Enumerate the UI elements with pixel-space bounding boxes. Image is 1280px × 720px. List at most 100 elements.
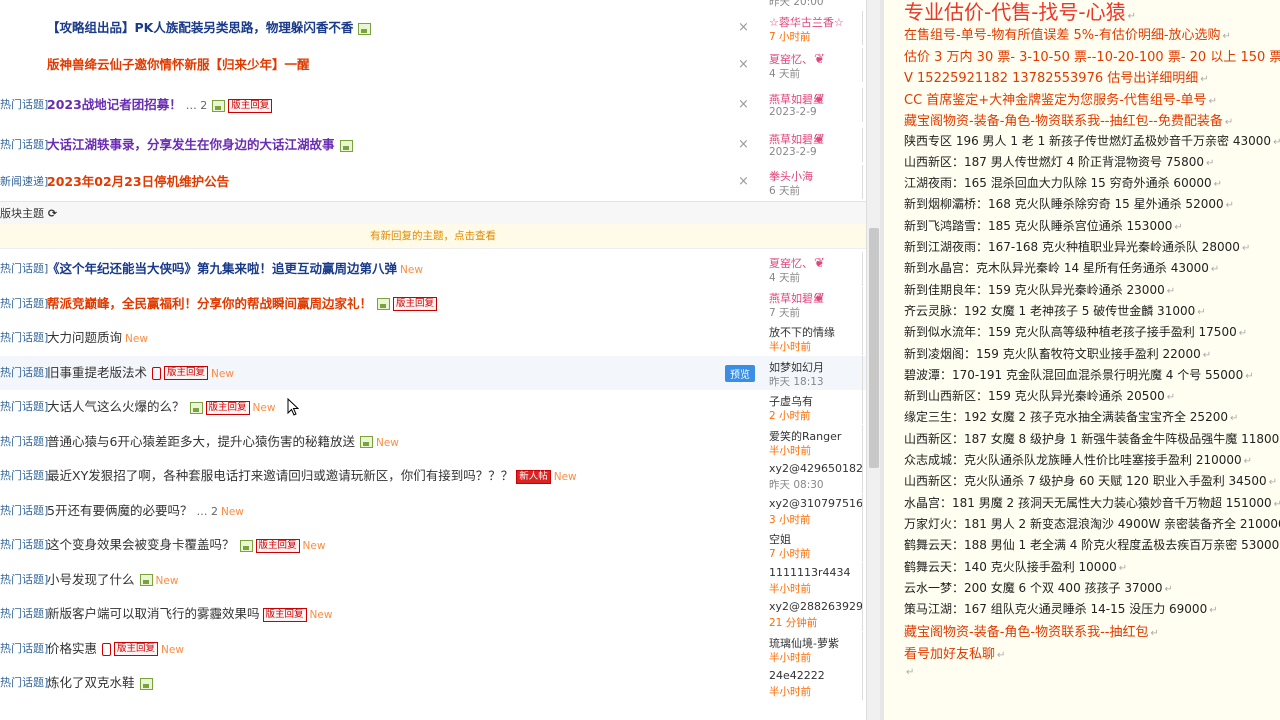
thread-title-text[interactable]: 小号发现了什么 (47, 572, 135, 587)
preview-button[interactable]: 预览 (725, 364, 755, 382)
thread-title-link[interactable]: 大话人气这么火爆的么？ 版主回复 New (47, 390, 275, 425)
thread-row[interactable]: 热门话题] 普通心猿与6开心猿差距多大，提升心猿伤害的秘籍放送 New 爱笑的Rang… (0, 424, 866, 460)
close-icon[interactable]: × (738, 128, 749, 162)
thread-title-text[interactable]: 2023战地记者团招募！ (47, 97, 182, 112)
close-icon[interactable]: × (738, 165, 749, 199)
thread-title-text[interactable]: 2023年02月23日停机维护公告 (47, 174, 229, 189)
scroll-thumb[interactable] (869, 228, 879, 468)
thread-row[interactable]: 热门话题] 大话人气这么火爆的么？ 版主回复 New 子虚乌有 2 小时前 (0, 390, 866, 424)
thread-row[interactable]: 热门话题] 最近XY发狠招了啊，各种套服电话打来邀请回归或邀请玩新区，你们有接到吗… (0, 459, 866, 493)
forum-scrollbar[interactable] (866, 0, 881, 720)
thread-title-link[interactable]: 小号发现了什么 New (47, 563, 178, 598)
thread-title-link[interactable]: 5开还有要俩魔的必要吗？ … 2 New (47, 494, 244, 529)
thread-author[interactable]: xy2@288263929 (769, 600, 863, 613)
pinned-thread-row[interactable]: 热门话题] 大话江湖轶事录，分享发生在你身边的大话江湖故事 × 燕草如碧丝 ❦ 2023-… (0, 128, 866, 162)
thread-row[interactable]: 热门话题] 价格实惠 版主回复 New 琉璃仙境-萝紫 半小时前 (0, 631, 866, 667)
thread-title-text[interactable]: 炼化了双克水鞋 (47, 675, 135, 690)
refresh-icon[interactable]: ⟳ (44, 207, 57, 220)
thread-row[interactable]: 热门话题] 旧事重提老版法术 版主回复 New 预览 如梦如幻月 昨天 18:13 (0, 355, 866, 391)
thread-title-text[interactable]: 新版客户端可以取消飞行的雾霾效果吗 (47, 606, 260, 621)
thread-author[interactable]: 24e42222 (769, 669, 825, 682)
thread-title-text[interactable]: 《这个年纪还能当大侠吗》第九集来啦！追更互动赢周边第八弹 (47, 261, 397, 276)
thread-title-link[interactable]: 大力问题质询 New (47, 321, 148, 356)
thread-title-link[interactable]: 2023年02月23日停机维护公告 (47, 165, 229, 199)
thread-category[interactable]: 新闻速递] (0, 165, 48, 199)
thread-row[interactable]: 热门话题] 《这个年纪还能当大侠吗》第九集来啦！追更互动赢周边第八弹 New 夏窑忆、… (0, 252, 866, 286)
thread-title-text[interactable]: 价格实惠 (47, 641, 97, 656)
thread-title-text[interactable]: 大力问题质询 (47, 330, 122, 345)
close-icon[interactable]: × (738, 88, 749, 122)
thread-category[interactable]: 热门话题] (0, 252, 48, 286)
thread-title-link[interactable]: 价格实惠 版主回复 New (47, 632, 184, 667)
thread-row[interactable]: 热门话题] 新版客户端可以取消飞行的雾霾效果吗 版主回复 New xy2@2882639… (0, 597, 866, 631)
thread-row[interactable]: 热门话题] 大力问题质询 New 放不下的情缘 半小时前 (0, 321, 866, 355)
pinned-thread-row[interactable]: 新闻速递] 2023年02月23日停机维护公告 × 拳头小海 6 天前 (0, 165, 866, 199)
thread-category[interactable]: 热门话题] (0, 459, 48, 493)
thread-title-text[interactable]: 版神兽绛云仙子邀你情怀新服【归来少年】一醒 (47, 57, 310, 72)
thread-category[interactable]: 热门话题] (0, 390, 48, 424)
thread-author[interactable]: xy2@429650182 (769, 462, 863, 475)
document-line: 缘定三生：192 女魔 2 孩子克水抽全满装备宝宝齐全 25200 ↵ (904, 408, 1238, 425)
thread-author[interactable]: 如梦如幻月 (769, 359, 824, 375)
thread-category[interactable]: 热门话题] (0, 528, 48, 562)
thread-category[interactable]: 热门话题] (0, 287, 48, 321)
thread-title-text[interactable]: 帮派竞巅峰，全民赢福利！分享你的帮战瞬间赢周边家礼！ (47, 296, 372, 311)
thread-author[interactable]: 琉璃仙境-萝紫 (769, 635, 839, 651)
thread-category[interactable]: 热门话题] (0, 128, 48, 162)
thread-category[interactable]: 热门话题] (0, 632, 48, 666)
thread-author[interactable]: xy2@310797516 (769, 497, 863, 510)
thread-author[interactable]: 夏窑忆、 (769, 255, 813, 271)
page-links[interactable]: … 2 (186, 99, 208, 112)
thread-title-link[interactable]: 版神兽绛云仙子邀你情怀新服【归来少年】一醒 (47, 48, 310, 82)
thread-category[interactable]: 热门话题] (0, 494, 48, 528)
thread-title-text[interactable]: 大话江湖轶事录，分享发生在你身边的大话江湖故事 (47, 137, 335, 152)
thread-category[interactable]: 热门话题] (0, 597, 48, 631)
thread-category[interactable]: 热门话题] (0, 356, 48, 390)
thread-author[interactable]: 放不下的情缘 (769, 324, 835, 340)
thread-title-link[interactable]: 旧事重提老版法术 版主回复 New (47, 356, 234, 391)
thread-author[interactable]: 空姐 (769, 531, 791, 547)
thread-title-text[interactable]: 旧事重提老版法术 (47, 365, 147, 380)
thread-title-link[interactable]: 《这个年纪还能当大侠吗》第九集来啦！追更互动赢周边第八弹 New (47, 252, 423, 287)
thread-row[interactable]: 热门话题] 5开还有要俩魔的必要吗？ … 2 New xy2@310797516 3 小时… (0, 493, 866, 529)
thread-category[interactable]: 热门话题] (0, 563, 48, 597)
page-links[interactable]: … 2 (196, 505, 218, 518)
thread-title-text[interactable]: 这个变身效果会被变身卡覆盖吗？ (47, 537, 235, 552)
pinned-thread-row[interactable]: 热门话题] 2023战地记者团招募！… 2 版主回复 × 燕草如碧丝 ❦ 2023-2-9 (0, 88, 866, 122)
new-replies-notice-text[interactable]: 有新回复的主题，点击查看 (370, 230, 496, 242)
thread-title-text[interactable]: 最近XY发狠招了啊，各种套服电话打来邀请回归或邀请玩新区，你们有接到吗？？？ (47, 468, 513, 483)
thread-title-link[interactable]: 普通心猿与6开心猿差距多大，提升心猿伤害的秘籍放送 New (47, 425, 399, 460)
thread-title-link[interactable]: 最近XY发狠招了啊，各种套服电话打来邀请回归或邀请玩新区，你们有接到吗？？？ 新人… (47, 459, 577, 494)
thread-row[interactable]: 热门话题] 帮派竞巅峰，全民赢福利！分享你的帮战瞬间赢周边家礼！ 版主回复 燕草如碧丝… (0, 286, 866, 321)
thread-title-link[interactable]: 2023战地记者团招募！ … 2 版主回复 (47, 88, 273, 123)
thread-author[interactable]: 1111113r4434 (769, 566, 851, 579)
close-icon[interactable]: × (738, 11, 749, 45)
thread-row[interactable]: 热门话题] 这个变身效果会被变身卡覆盖吗？ 版主回复 New 空姐 7 小时前 (0, 528, 866, 562)
thread-category[interactable]: 热门话题] (0, 425, 48, 459)
thread-author[interactable]: ☆蓉华古兰香☆ (769, 14, 844, 30)
thread-author[interactable]: 爱笑的Ranger (769, 428, 841, 444)
thread-title-link[interactable]: 【攻略组出品】PK人族配装另类思路，物理躲闪香不香 (47, 11, 372, 45)
thread-title-text[interactable]: 大话人气这么火爆的么？ (47, 399, 185, 414)
thread-title-link[interactable]: 帮派竞巅峰，全民赢福利！分享你的帮战瞬间赢周边家礼！ 版主回复 (47, 287, 438, 321)
thread-title-text[interactable]: 普通心猿与6开心猿差距多大，提升心猿伤害的秘籍放送 (47, 434, 355, 449)
new-replies-notice[interactable]: 有新回复的主题，点击查看 (0, 224, 866, 249)
image-attachment-icon (212, 99, 226, 112)
thread-row[interactable]: 热门话题] 小号发现了什么 New 1111113r4434 半小时前 (0, 562, 866, 598)
pinned-thread-row[interactable]: 【攻略组出品】PK人族配装另类思路，物理躲闪香不香 × ☆蓉华古兰香☆ 7 小时前 (0, 11, 866, 45)
thread-author[interactable]: 拳头小海 (769, 168, 813, 184)
thread-title-link[interactable]: 这个变身效果会被变身卡覆盖吗？ 版主回复 New (47, 528, 325, 563)
thread-title-text[interactable]: 5开还有要俩魔的必要吗？ (47, 503, 192, 518)
thread-category[interactable]: 热门话题] (0, 321, 48, 355)
thread-category[interactable]: 热门话题] (0, 88, 48, 122)
thread-row[interactable]: 热门话题] 炼化了双克水鞋 24e42222 半小时前 (0, 666, 866, 700)
thread-title-link[interactable]: 炼化了双克水鞋 (47, 666, 153, 700)
thread-author[interactable]: 子虚乌有 (769, 393, 813, 409)
thread-title-link[interactable]: 大话江湖轶事录，分享发生在你身边的大话江湖故事 (47, 128, 353, 162)
thread-title-text[interactable]: 【攻略组出品】PK人族配装另类思路，物理躲闪香不香 (47, 20, 353, 35)
thread-title-link[interactable]: 新版客户端可以取消飞行的雾霾效果吗 版主回复 New (47, 597, 332, 632)
pinned-thread-row[interactable]: 版神兽绛云仙子邀你情怀新服【归来少年】一醒 × 夏窑忆、 ❦ 4 天前 (0, 48, 866, 82)
thread-author[interactable]: 夏窑忆、 (769, 51, 813, 67)
thread-category[interactable]: 热门话题] (0, 666, 48, 700)
close-icon[interactable]: × (738, 48, 749, 82)
